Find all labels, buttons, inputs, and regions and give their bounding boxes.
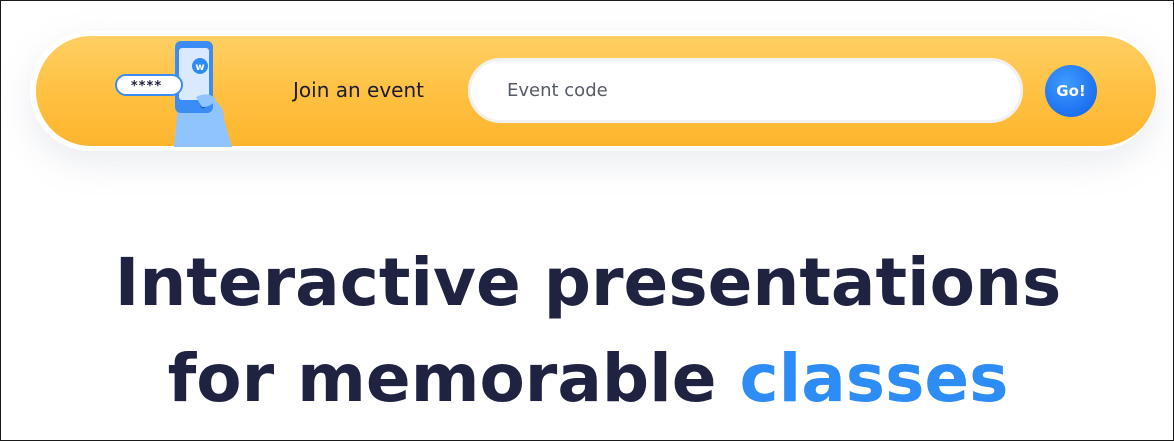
join-event-label: Join an event [293,78,424,102]
masked-code: **** [130,79,161,94]
app-logo-letter: w [195,62,204,73]
password-field-icon: **** [115,74,183,96]
phone-hand-icon: w **** [115,41,232,147]
go-button[interactable]: Go! [1045,65,1097,117]
phone-screen [179,48,209,100]
hero-heading: Interactive presentations for memorable … [1,235,1173,427]
hero-line-1: Interactive presentations [114,244,1062,321]
hero-line-2: for memorable classes [1,331,1173,427]
hero-highlight-word: classes [739,340,1009,417]
event-code-input[interactable] [468,58,1023,123]
hero-line-2-prefix: for memorable [167,340,717,417]
page-frame: w **** Join an event Go! Interactive pre… [0,0,1174,441]
